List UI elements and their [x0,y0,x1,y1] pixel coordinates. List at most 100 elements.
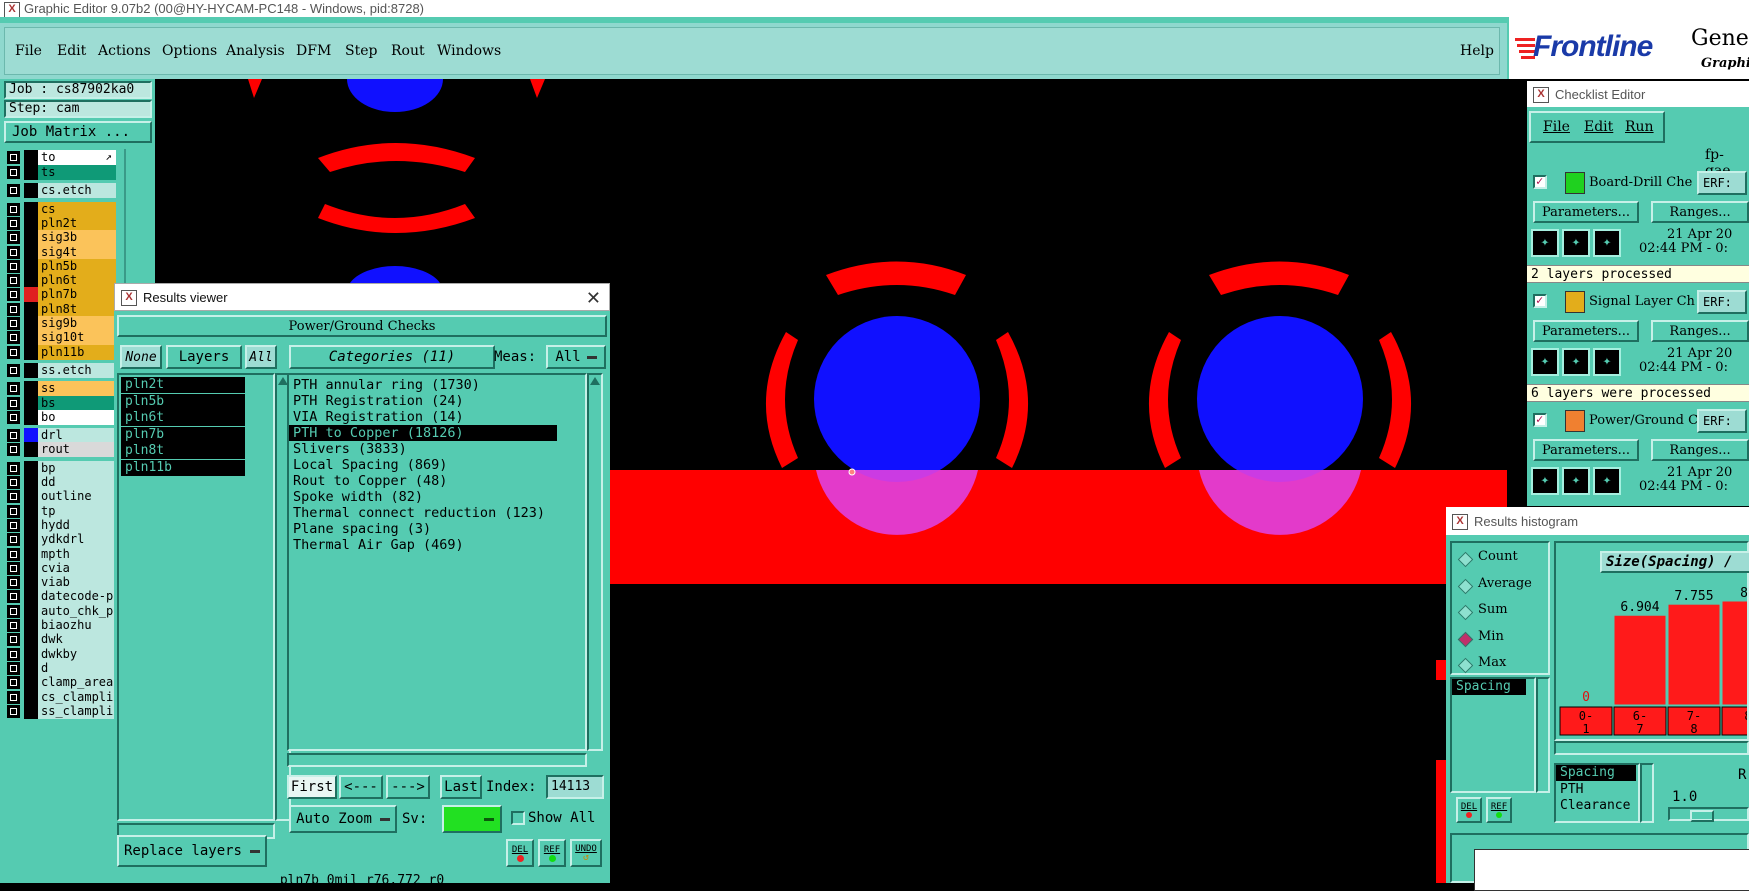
layer-checkbox[interactable] [7,429,20,443]
layer-checkbox[interactable] [7,461,20,475]
run-check-icon[interactable]: ✦ [1593,467,1621,495]
menu-options[interactable]: Options [162,43,217,59]
layer-affected-indicator[interactable] [24,675,38,691]
auto-zoom-dropdown[interactable]: Auto Zoom [289,805,397,833]
layer-name[interactable]: bo [38,409,116,425]
layer-affected-indicator[interactable] [24,215,38,231]
menu-edit[interactable]: Edit [57,43,86,59]
last-button[interactable]: Last [440,775,482,799]
layer-name[interactable]: ydkdrl [38,532,116,548]
layer-affected-indicator[interactable] [24,258,38,274]
histogram-bottom-list[interactable]: Spacing PTH Clearance [1554,763,1640,823]
layer-name[interactable]: pln5b [38,258,116,274]
layer-row[interactable]: dd [4,475,116,490]
layer-name[interactable]: datecode-p [38,589,116,605]
layer-name[interactable]: tp [38,503,116,519]
layer-row[interactable]: bs [4,395,116,411]
undo-button[interactable]: UNDO ↺ [570,839,602,867]
layer-checkbox[interactable] [7,231,20,245]
layer-row[interactable]: clamp_area [4,675,116,691]
layer-name[interactable]: outline [38,489,116,505]
layer-name[interactable]: sig10t [38,330,116,346]
first-button[interactable]: First [287,775,337,799]
layer-name[interactable]: ss_clampli [38,703,116,719]
category-item[interactable]: PTH annular ring (1730) [289,377,585,393]
run-check-icon[interactable]: ✦ [1593,348,1621,376]
layer-checkbox[interactable] [7,476,20,489]
layer-checkbox[interactable] [7,288,20,302]
category-item[interactable]: Plane spacing (3) [289,521,585,537]
layer-affected-indicator[interactable] [24,632,38,648]
menu-file[interactable]: File [15,43,42,59]
layer-affected-indicator[interactable] [24,618,38,633]
layer-row[interactable]: rout [4,442,116,458]
result-layer-item[interactable]: pln8t [121,443,245,459]
category-item[interactable]: Thermal connect reduction (123) [289,505,585,521]
layer-row[interactable]: cs_clampli [4,689,116,705]
layer-affected-indicator[interactable] [24,428,38,444]
layer-affected-indicator[interactable] [24,546,38,562]
layer-row[interactable]: pln5b [4,258,116,274]
category-item[interactable]: Local Spacing (869) [289,457,585,473]
layer-row[interactable]: d [4,660,116,676]
run-check-icon[interactable]: ✦ [1562,467,1590,495]
histogram-bar[interactable] [1667,603,1721,706]
layer-affected-indicator[interactable] [24,660,38,676]
layer-checkbox[interactable] [7,619,20,632]
layer-row[interactable]: ss.etch [4,362,116,378]
layer-affected-indicator[interactable] [24,230,38,246]
result-layer-item[interactable]: pln6t [121,410,245,426]
prev-button[interactable]: <--- [339,775,383,799]
menu-analysis[interactable]: Analysis [226,43,285,59]
layer-checkbox[interactable] [7,396,20,410]
layer-affected-indicator[interactable] [24,460,38,476]
layer-name[interactable]: hydd [38,517,116,533]
layer-affected-indicator[interactable] [24,330,38,346]
job-matrix-button[interactable]: Job Matrix ... [4,121,152,143]
layer-row[interactable]: sig4t [4,244,116,260]
categories-hscroll[interactable] [287,753,587,767]
layer-checkbox[interactable] [7,547,20,561]
layer-row[interactable]: sig10t [4,330,116,346]
run-check-icon[interactable]: ✦ [1531,229,1559,257]
layer-row[interactable]: auto_chk_p [4,603,116,619]
layer-row[interactable]: pln11b [4,344,116,360]
layer-row[interactable]: ts [4,165,116,180]
layer-affected-indicator[interactable] [24,395,38,411]
layer-name[interactable]: sig9b [38,316,116,331]
layer-checkbox[interactable] [7,302,20,316]
sv-color-dropdown[interactable] [442,805,502,833]
layer-checkbox[interactable] [7,216,20,230]
erf-dropdown[interactable]: ERF: [1697,290,1747,314]
result-layers-list[interactable]: pln2t pln5b pln6t pln7b pln8t pln11b [117,373,275,821]
category-item[interactable]: Thermal Air Gap (469) [289,537,585,553]
layer-checkbox[interactable] [7,259,20,273]
layer-checkbox[interactable] [7,690,20,704]
menu-actions[interactable]: Actions [98,43,151,59]
layer-name[interactable]: pln2t [38,215,116,231]
layer-row[interactable]: bp [4,460,116,476]
layer-checkbox[interactable] [7,604,20,618]
all-layers-button[interactable]: All [245,345,277,369]
category-item[interactable]: Spoke width (82) [289,489,585,505]
layer-name[interactable]: clamp_area [38,675,116,691]
layer-name[interactable]: rout [38,442,116,458]
layer-row[interactable]: pln7b [4,287,116,303]
layer-name[interactable]: dwkby [38,646,116,662]
layer-name[interactable]: cs [38,201,116,217]
layer-checkbox[interactable] [7,661,20,675]
layer-name[interactable]: ss.etch [38,362,116,378]
layer-name[interactable]: ss [38,381,116,397]
layer-row[interactable]: biaozhu [4,618,116,633]
layer-row[interactable]: cs.etch [4,183,116,199]
check-enable-checkbox[interactable]: ✓ [1533,412,1547,427]
layer-row[interactable]: tp [4,503,116,519]
layer-row[interactable]: hydd [4,517,116,533]
category-item[interactable]: PTH to Copper (18126) [289,425,557,441]
layer-affected-indicator[interactable] [24,560,38,576]
checklist-menu-file[interactable]: File [1543,119,1570,135]
layer-checkbox[interactable] [7,331,20,345]
layer-affected-indicator[interactable] [24,489,38,505]
erf-dropdown[interactable]: ERF: [1697,409,1747,433]
range-slider[interactable] [1668,807,1749,822]
